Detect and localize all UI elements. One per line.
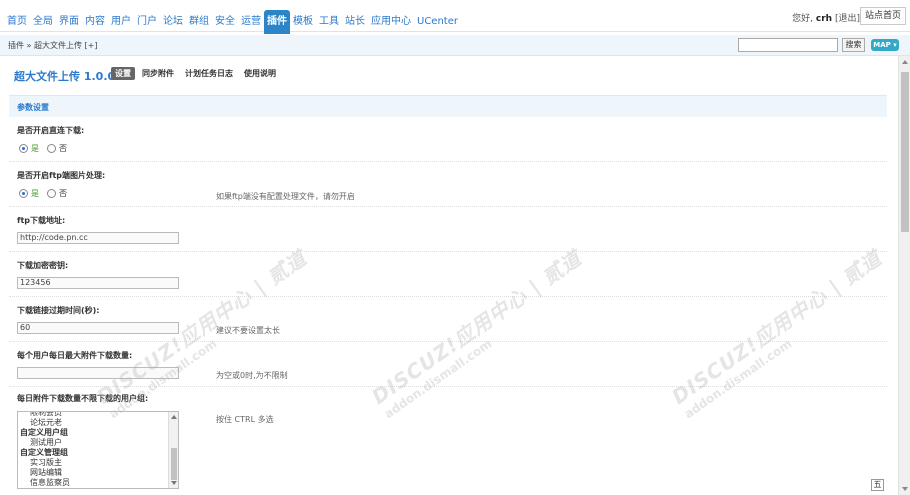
nav-item[interactable]: 运营 bbox=[238, 15, 264, 34]
plugin-tabs: 设置 同步附件 计划任务日志 使用说明 bbox=[111, 67, 283, 80]
field-hint: 按住 CTRL 多选 bbox=[216, 415, 274, 424]
option-group-label: 自定义用户组 bbox=[20, 428, 68, 437]
plugin-tab[interactable]: 同步附件 bbox=[138, 67, 178, 80]
list-option[interactable]: 限制会员 bbox=[18, 412, 168, 418]
daily-max-input[interactable] bbox=[17, 367, 179, 379]
map-button[interactable]: MAP ▾ bbox=[871, 39, 899, 51]
plugin-tab[interactable]: 计划任务日志 bbox=[181, 67, 237, 80]
field-label: 是否开启ftp端图片处理: bbox=[17, 171, 106, 180]
plugin-title: 超大文件上传 1.0.0 bbox=[14, 70, 116, 83]
nav-item[interactable]: 首页 bbox=[4, 15, 30, 34]
site-home-button[interactable]: 站点首页 bbox=[859, 7, 906, 25]
list-option[interactable]: 网站编辑 bbox=[18, 468, 168, 478]
nav-item[interactable]: 工具 bbox=[316, 15, 342, 34]
search-button[interactable]: 搜索 bbox=[842, 38, 865, 52]
nav-item[interactable]: 模板 bbox=[290, 15, 316, 34]
list-option[interactable]: 论坛元老 bbox=[18, 418, 168, 428]
ime-icon[interactable]: 五 bbox=[871, 479, 884, 491]
username: crh bbox=[815, 14, 833, 24]
top-nav: 首页 全局 界面 内容 用户 门户 论坛 群组 安全 运营 插件 模板 工具 站长 应用中心 UCenter … bbox=[0, 0, 910, 34]
nav-item[interactable]: 用户 bbox=[108, 15, 134, 34]
field-label: 下载链接过期时间(秒): bbox=[17, 306, 100, 315]
list-option[interactable]: 审核员 bbox=[18, 488, 168, 489]
nav-item[interactable]: UCenter bbox=[414, 15, 461, 34]
link-expire-input[interactable]: 60 bbox=[17, 322, 179, 334]
nav-item[interactable]: 界面 bbox=[56, 15, 82, 34]
user-group-select[interactable]: 限制会员论坛元老自定义用户组测试用户自定义管理组实习版主网站编辑信息监察员审核员 bbox=[17, 411, 179, 489]
setting-daily-max: 每个用户每日最大附件下载数量: 为空或0时,为不限制 bbox=[9, 342, 887, 387]
scroll-down-arrow-icon[interactable] bbox=[171, 481, 177, 485]
field-label: 是否开启直连下载: bbox=[17, 126, 85, 135]
nav-menu: 首页 全局 界面 内容 用户 门户 论坛 群组 安全 运营 插件 模板 工具 站长 应用中心 UCenter bbox=[4, 10, 461, 34]
scroll-up-arrow-icon[interactable] bbox=[902, 60, 908, 64]
section-title: 参数设置 bbox=[17, 103, 49, 112]
setting-ftp-image: 是否开启ftp端图片处理: 是 否 如果ftp端没有配置处理文件，请勿开启 bbox=[9, 162, 887, 207]
radio-yes[interactable] bbox=[19, 144, 28, 153]
nav-item[interactable]: 群组 bbox=[186, 15, 212, 34]
field-label: ftp下载地址: bbox=[17, 216, 66, 225]
setting-ftp-url: ftp下载地址: http://code.pn.cc bbox=[9, 207, 887, 252]
scroll-up-arrow-icon[interactable] bbox=[171, 415, 177, 419]
section-header: 参数设置 bbox=[9, 95, 887, 117]
page-scrollbar[interactable] bbox=[898, 56, 910, 495]
radio-yes-label: 是 bbox=[31, 144, 39, 153]
nav-item[interactable]: 站长 bbox=[342, 15, 368, 34]
breadcrumb-bar: 插件 » 超大文件上传 [+] 搜索 MAP ▾ bbox=[0, 35, 910, 56]
breadcrumb: 插件 » 超大文件上传 [+] bbox=[8, 41, 98, 50]
radio-group: 是 否 bbox=[19, 143, 75, 154]
setting-link-expire: 下载链接过期时间(秒): 60 建议不要设置太长 bbox=[9, 297, 887, 342]
field-hint: 如果ftp端没有配置处理文件，请勿开启 bbox=[216, 192, 355, 201]
user-info: 您好, crh [退出] bbox=[792, 11, 860, 24]
search-input[interactable] bbox=[738, 38, 838, 52]
field-label: 每日附件下载数量不限下载的用户组: bbox=[17, 394, 149, 403]
nav-item[interactable]: 安全 bbox=[212, 15, 238, 34]
radio-yes-label: 是 bbox=[31, 189, 39, 198]
ftp-url-input[interactable]: http://code.pn.cc bbox=[17, 232, 179, 244]
nav-item[interactable]: 应用中心 bbox=[368, 15, 414, 34]
listbox-scroll-thumb[interactable] bbox=[171, 448, 177, 480]
logout-link[interactable]: [退出] bbox=[835, 14, 860, 24]
radio-no-label: 否 bbox=[59, 144, 67, 153]
radio-no[interactable] bbox=[47, 144, 56, 153]
field-hint: 为空或0时,为不限制 bbox=[216, 371, 288, 380]
list-option[interactable]: 信息监察员 bbox=[18, 478, 168, 488]
setting-direct-download: 是否开启直连下载: 是 否 bbox=[9, 117, 887, 162]
nav-item[interactable]: 内容 bbox=[82, 15, 108, 34]
listbox-scrollbar[interactable] bbox=[168, 412, 178, 488]
option-group-label: 自定义管理组 bbox=[20, 448, 68, 457]
radio-group: 是 否 bbox=[19, 188, 75, 199]
field-hint: 建议不要设置太长 bbox=[216, 326, 280, 335]
field-label: 每个用户每日最大附件下载数量: bbox=[17, 351, 133, 360]
field-label: 下载加密密钥: bbox=[17, 261, 69, 270]
main-content: 超大文件上传 1.0.0 设置 同步附件 计划任务日志 使用说明 参数设置 是否开启直… bbox=[0, 56, 898, 491]
user-group-options: 限制会员论坛元老自定义用户组测试用户自定义管理组实习版主网站编辑信息监察员审核员 bbox=[18, 412, 168, 489]
radio-no-label: 否 bbox=[59, 189, 67, 198]
plugin-tab[interactable]: 设置 bbox=[111, 67, 135, 80]
scroll-down-arrow-icon[interactable] bbox=[902, 487, 908, 491]
radio-no[interactable] bbox=[47, 189, 56, 198]
download-key-input[interactable]: 123456 bbox=[17, 277, 179, 289]
list-option[interactable]: 测试用户 bbox=[18, 438, 168, 448]
setting-download-key: 下载加密密钥: 123456 bbox=[9, 252, 887, 297]
nav-item[interactable]: 全局 bbox=[30, 15, 56, 34]
nav-item[interactable]: 插件 bbox=[264, 10, 290, 34]
page-scroll-thumb[interactable] bbox=[901, 72, 909, 232]
list-option[interactable]: 实习版主 bbox=[18, 458, 168, 468]
setting-unlimited-groups: 每日附件下载数量不限下载的用户组: 限制会员 论坛元老 自定义用户组 测试用户 自定义管… bbox=[9, 387, 887, 491]
radio-yes[interactable] bbox=[19, 189, 28, 198]
plugin-tab[interactable]: 使用说明 bbox=[240, 67, 280, 80]
greeting-text: 您好, bbox=[792, 14, 814, 24]
nav-item[interactable]: 论坛 bbox=[160, 15, 186, 34]
nav-item[interactable]: 门户 bbox=[134, 15, 160, 34]
